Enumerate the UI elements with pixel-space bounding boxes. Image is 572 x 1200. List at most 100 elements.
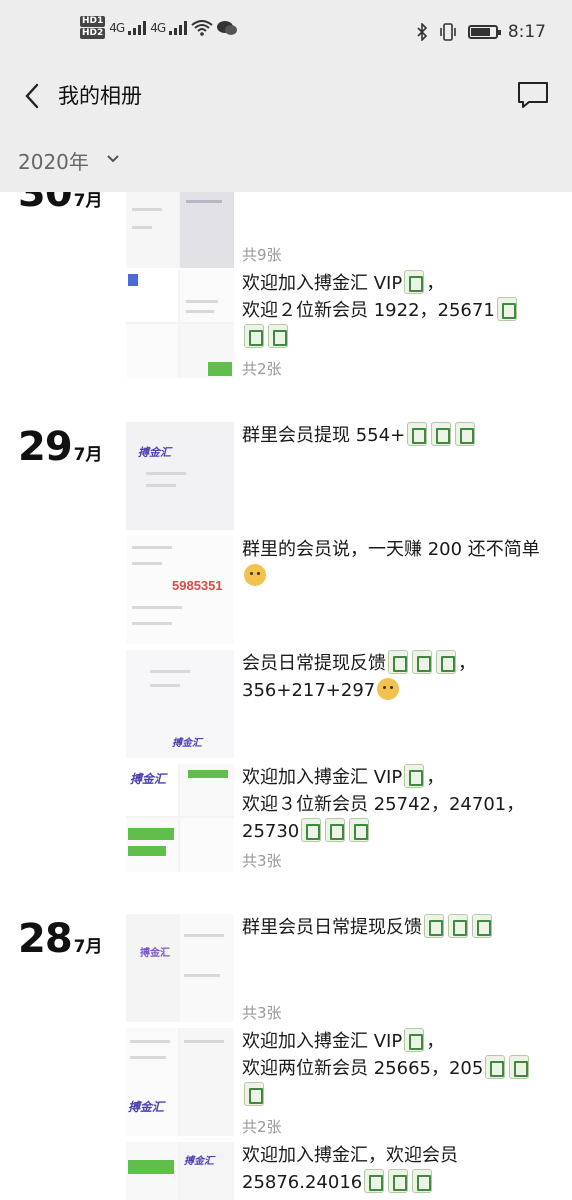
back-button[interactable] [14, 76, 50, 116]
album-thumbnail[interactable]: 搏金汇 [126, 764, 234, 872]
fa-tile-icon [436, 650, 456, 674]
fa-tile-icon [472, 914, 492, 938]
album-thumbnail[interactable]: 搏金汇 [126, 650, 234, 758]
thumbnail-overlay-text: 搏金汇 [128, 1100, 165, 1114]
post-caption: 欢迎加入搏金汇 VIP， 欢迎两位新会员 25665，205 [242, 1028, 552, 1109]
fa-tile-icon [268, 324, 288, 348]
caption-line: 欢迎两位新会员 25665，205 [242, 1058, 484, 1079]
caption-line: 群里的会员说，一天赚 200 还不简单 [242, 539, 540, 560]
fa-tile-icon [244, 324, 264, 348]
thumbnail-overlay-text: 搏金汇 [138, 447, 171, 459]
wechat-icon [217, 20, 238, 35]
caption-line: 欢迎加入搏金汇 VIP [242, 1031, 403, 1052]
signal-bars-icon [128, 20, 147, 35]
chevron-left-icon [25, 83, 39, 109]
fa-tile-icon [349, 818, 370, 842]
album-thumbnail[interactable]: 搏金汇 [126, 1028, 234, 1136]
album-thumbnail[interactable]: 搏金汇 [126, 1142, 234, 1200]
thumbnail-overlay-text: 搏金汇 [130, 772, 167, 786]
fa-tile-icon [412, 1169, 433, 1193]
thumbnail-overlay-text: 搏金汇 [140, 948, 170, 959]
photo-count: 共9张 [242, 246, 282, 264]
caption-line: 25876.24016 [242, 1172, 363, 1193]
fa-tile-icon [244, 1082, 264, 1106]
fa-tile-icon [404, 1028, 425, 1052]
fa-tile-icon [388, 650, 408, 674]
post-caption: 欢迎加入搏金汇，欢迎会员 25876.24016 [242, 1142, 552, 1196]
status-right: 8:17 [416, 22, 546, 42]
caption-line: 欢迎加入搏金汇 VIP [242, 273, 403, 294]
fa-tile-icon [448, 914, 468, 938]
date-month: 7月 [73, 445, 103, 465]
fa-tile-icon [301, 818, 322, 842]
album-thumbnail[interactable]: 搏金汇 [126, 422, 234, 530]
bluetooth-icon [417, 23, 427, 41]
year-label: 2020年 [18, 150, 89, 174]
album-thumbnail[interactable]: 搏金汇 [126, 914, 234, 1022]
status-left: HD1 HD2 4G 4G [80, 16, 238, 39]
fa-tile-icon [325, 818, 346, 842]
date-day: 29 [18, 424, 73, 470]
post-caption: 会员日常提现反馈， 356+217+297 [242, 650, 552, 704]
post-caption: 群里会员日常提现反馈 [242, 914, 552, 941]
album-thumbnail[interactable]: 5985351 [126, 536, 234, 644]
date-label: 30 7月 [18, 192, 103, 216]
doge-emoji-icon [377, 678, 400, 700]
date-label: 29 7月 [18, 424, 103, 470]
fa-tile-icon [404, 270, 425, 294]
fa-tile-icon [509, 1055, 530, 1079]
photo-count: 共2张 [242, 360, 282, 378]
battery-fill [470, 28, 490, 36]
album-feed[interactable]: 30 7月 共9张 欢迎加入搏金汇 VIP， 欢迎２位新会员 1922，25671… [0, 192, 572, 1200]
fa-tile-icon [496, 297, 517, 321]
fa-tile-icon [388, 1169, 409, 1193]
message-button[interactable] [516, 78, 550, 112]
post-caption: 群里会员提现 554+ [242, 422, 552, 449]
fa-tile-icon [431, 422, 452, 446]
fa-tile-icon [455, 422, 476, 446]
thumbnail-overlay-text: 5985351 [172, 578, 223, 593]
comment-icon [518, 82, 548, 108]
thumbnail-overlay-text: 搏金汇 [172, 738, 202, 749]
signal-2: 4G [150, 20, 166, 35]
photo-count: 共3张 [242, 1004, 282, 1022]
album-thumbnail[interactable] [126, 192, 234, 268]
wifi-icon [191, 19, 213, 36]
caption-line: 群里会员日常提现反馈 [242, 917, 422, 938]
chevron-down-icon [107, 155, 119, 163]
caption-line: 欢迎加入搏金汇，欢迎会员 [242, 1145, 458, 1166]
fa-tile-icon [412, 650, 432, 674]
year-selector[interactable]: 2020年 [0, 124, 572, 192]
status-bar: HD1 HD2 4G 4G 8:17 [0, 0, 572, 66]
thumbnail-overlay-text: 搏金汇 [184, 1156, 214, 1167]
doge-emoji-icon [244, 564, 266, 586]
caption-line: 欢迎２位新会员 1922，25671 [242, 300, 495, 321]
vibrate-icon [440, 23, 456, 41]
page-title: 我的相册 [58, 84, 142, 108]
post-caption: 群里的会员说，一天赚 200 还不简单 [242, 536, 552, 590]
hd-badges: HD1 HD2 [80, 16, 106, 39]
fa-tile-icon [424, 914, 444, 938]
post-caption: 欢迎加入搏金汇 VIP， 欢迎２位新会员 1922，25671 [242, 270, 552, 351]
fa-tile-icon [407, 422, 428, 446]
photo-count: 共3张 [242, 852, 282, 870]
fa-tile-icon [364, 1169, 385, 1193]
album-thumbnail[interactable] [126, 270, 234, 378]
nav-bar: 我的相册 [0, 66, 572, 124]
signal-1: 4G [109, 20, 125, 35]
date-month: 7月 [73, 937, 103, 957]
signal-bars-2-icon [169, 20, 188, 35]
date-day: 28 [18, 916, 73, 962]
date-month: 7月 [73, 192, 103, 211]
battery-icon [467, 25, 501, 39]
caption-line: 356+217+297 [242, 680, 376, 701]
hd1-badge: HD1 [80, 16, 106, 27]
fa-tile-icon [485, 1055, 506, 1079]
photo-count: 共2张 [242, 1118, 282, 1136]
caption-line: 会员日常提现反馈 [242, 653, 386, 674]
hd2-badge: HD2 [80, 28, 106, 39]
caption-line: 群里会员提现 554+ [242, 425, 406, 446]
caption-line: 欢迎加入搏金汇 VIP [242, 767, 403, 788]
date-day: 30 [18, 192, 73, 216]
fa-tile-icon [404, 764, 425, 788]
